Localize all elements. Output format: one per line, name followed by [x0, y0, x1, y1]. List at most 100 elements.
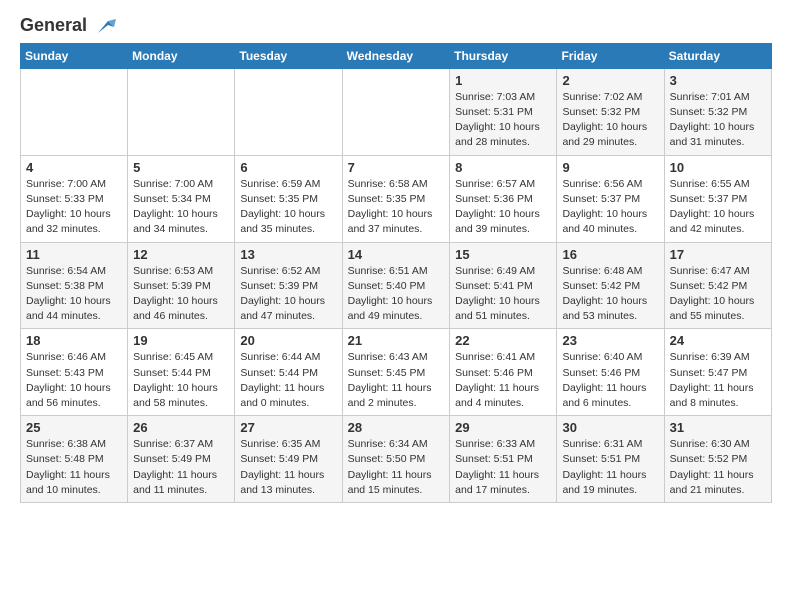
day-number: 25 — [26, 420, 122, 435]
day-number: 29 — [455, 420, 551, 435]
day-number: 27 — [240, 420, 336, 435]
logo-text: General — [20, 16, 116, 37]
day-info: Sunrise: 6:35 AM Sunset: 5:49 PM Dayligh… — [240, 437, 336, 498]
weekday-header: Monday — [128, 43, 235, 68]
day-info: Sunrise: 6:40 AM Sunset: 5:46 PM Dayligh… — [562, 350, 658, 411]
calendar-cell: 27 Sunrise: 6:35 AM Sunset: 5:49 PM Dayli… — [235, 416, 342, 503]
day-info: Sunrise: 7:00 AM Sunset: 5:33 PM Dayligh… — [26, 177, 122, 238]
day-number: 9 — [562, 160, 658, 175]
calendar-cell: 25Sunrise: 6:38 AM Sunset: 5:48 PM Dayli… — [21, 416, 128, 503]
calendar-table: SundayMondayTuesdayWednesdayThursdayFrid… — [20, 43, 772, 503]
logo: General — [20, 16, 116, 35]
day-info: Sunrise: 6:33 AM Sunset: 5:51 PM Dayligh… — [455, 437, 551, 498]
calendar-cell: 4 Sunrise: 7:00 AM Sunset: 5:33 PM Daylig… — [21, 155, 128, 242]
day-number: 1 — [455, 73, 551, 88]
calendar-cell — [342, 68, 450, 155]
day-number: 28 — [348, 420, 445, 435]
day-info: Sunrise: 6:47 AM Sunset: 5:42 PM Dayligh… — [670, 264, 766, 325]
day-info: Sunrise: 6:41 AM Sunset: 5:46 PM Dayligh… — [455, 350, 551, 411]
calendar-cell — [128, 68, 235, 155]
day-info: Sunrise: 7:01 AM Sunset: 5:32 PM Dayligh… — [670, 90, 766, 151]
day-number: 31 — [670, 420, 766, 435]
calendar-week-row: 25Sunrise: 6:38 AM Sunset: 5:48 PM Dayli… — [21, 416, 772, 503]
day-number: 6 — [240, 160, 336, 175]
day-number: 13 — [240, 247, 336, 262]
day-number: 20 — [240, 333, 336, 348]
calendar-week-row: 4 Sunrise: 7:00 AM Sunset: 5:33 PM Daylig… — [21, 155, 772, 242]
day-number: 19 — [133, 333, 229, 348]
calendar-cell: 1 Sunrise: 7:03 AM Sunset: 5:31 PM Daylig… — [450, 68, 557, 155]
day-info: Sunrise: 6:49 AM Sunset: 5:41 PM Dayligh… — [455, 264, 551, 325]
day-info: Sunrise: 6:52 AM Sunset: 5:39 PM Dayligh… — [240, 264, 336, 325]
day-info: Sunrise: 6:34 AM Sunset: 5:50 PM Dayligh… — [348, 437, 445, 498]
calendar-cell: 6 Sunrise: 6:59 AM Sunset: 5:35 PM Daylig… — [235, 155, 342, 242]
day-info: Sunrise: 6:46 AM Sunset: 5:43 PM Dayligh… — [26, 350, 122, 411]
day-number: 24 — [670, 333, 766, 348]
day-number: 15 — [455, 247, 551, 262]
day-number: 21 — [348, 333, 445, 348]
day-info: Sunrise: 6:44 AM Sunset: 5:44 PM Dayligh… — [240, 350, 336, 411]
calendar-cell: 5 Sunrise: 7:00 AM Sunset: 5:34 PM Daylig… — [128, 155, 235, 242]
day-info: Sunrise: 6:57 AM Sunset: 5:36 PM Dayligh… — [455, 177, 551, 238]
day-info: Sunrise: 7:03 AM Sunset: 5:31 PM Dayligh… — [455, 90, 551, 151]
calendar-cell: 16Sunrise: 6:48 AM Sunset: 5:42 PM Dayli… — [557, 242, 664, 329]
day-number: 18 — [26, 333, 122, 348]
calendar-cell: 31 Sunrise: 6:30 AM Sunset: 5:52 PM Dayli… — [664, 416, 771, 503]
day-number: 4 — [26, 160, 122, 175]
day-number: 14 — [348, 247, 445, 262]
day-info: Sunrise: 7:00 AM Sunset: 5:34 PM Dayligh… — [133, 177, 229, 238]
day-number: 30 — [562, 420, 658, 435]
day-number: 3 — [670, 73, 766, 88]
page-header: General — [20, 16, 772, 35]
calendar-cell: 7 Sunrise: 6:58 AM Sunset: 5:35 PM Daylig… — [342, 155, 450, 242]
calendar-cell: 30 Sunrise: 6:31 AM Sunset: 5:51 PM Dayli… — [557, 416, 664, 503]
day-number: 26 — [133, 420, 229, 435]
weekday-header: Tuesday — [235, 43, 342, 68]
day-info: Sunrise: 6:31 AM Sunset: 5:51 PM Dayligh… — [562, 437, 658, 498]
weekday-header: Saturday — [664, 43, 771, 68]
calendar-cell: 19 Sunrise: 6:45 AM Sunset: 5:44 PM Dayli… — [128, 329, 235, 416]
day-info: Sunrise: 7:02 AM Sunset: 5:32 PM Dayligh… — [562, 90, 658, 151]
day-info: Sunrise: 6:54 AM Sunset: 5:38 PM Dayligh… — [26, 264, 122, 325]
calendar-cell: 9 Sunrise: 6:56 AM Sunset: 5:37 PM Daylig… — [557, 155, 664, 242]
day-info: Sunrise: 6:53 AM Sunset: 5:39 PM Dayligh… — [133, 264, 229, 325]
calendar-cell: 14 Sunrise: 6:51 AM Sunset: 5:40 PM Dayli… — [342, 242, 450, 329]
calendar-cell: 29 Sunrise: 6:33 AM Sunset: 5:51 PM Dayli… — [450, 416, 557, 503]
calendar-header-row: SundayMondayTuesdayWednesdayThursdayFrid… — [21, 43, 772, 68]
day-info: Sunrise: 6:39 AM Sunset: 5:47 PM Dayligh… — [670, 350, 766, 411]
day-info: Sunrise: 6:45 AM Sunset: 5:44 PM Dayligh… — [133, 350, 229, 411]
calendar-cell: 24 Sunrise: 6:39 AM Sunset: 5:47 PM Dayli… — [664, 329, 771, 416]
calendar-cell: 15 Sunrise: 6:49 AM Sunset: 5:41 PM Dayli… — [450, 242, 557, 329]
calendar-week-row: 11 Sunrise: 6:54 AM Sunset: 5:38 PM Dayli… — [21, 242, 772, 329]
day-number: 10 — [670, 160, 766, 175]
day-number: 12 — [133, 247, 229, 262]
day-number: 11 — [26, 247, 122, 262]
calendar-cell: 11 Sunrise: 6:54 AM Sunset: 5:38 PM Dayli… — [21, 242, 128, 329]
day-number: 16 — [562, 247, 658, 262]
day-info: Sunrise: 6:43 AM Sunset: 5:45 PM Dayligh… — [348, 350, 445, 411]
calendar-cell: 23Sunrise: 6:40 AM Sunset: 5:46 PM Dayli… — [557, 329, 664, 416]
calendar-cell: 13 Sunrise: 6:52 AM Sunset: 5:39 PM Dayli… — [235, 242, 342, 329]
calendar-cell: 17Sunrise: 6:47 AM Sunset: 5:42 PM Dayli… — [664, 242, 771, 329]
weekday-header: Friday — [557, 43, 664, 68]
day-number: 22 — [455, 333, 551, 348]
calendar-cell: 20 Sunrise: 6:44 AM Sunset: 5:44 PM Dayli… — [235, 329, 342, 416]
day-number: 8 — [455, 160, 551, 175]
calendar-cell: 12 Sunrise: 6:53 AM Sunset: 5:39 PM Dayli… — [128, 242, 235, 329]
day-number: 5 — [133, 160, 229, 175]
day-info: Sunrise: 6:51 AM Sunset: 5:40 PM Dayligh… — [348, 264, 445, 325]
calendar-cell: 28 Sunrise: 6:34 AM Sunset: 5:50 PM Dayli… — [342, 416, 450, 503]
day-info: Sunrise: 6:56 AM Sunset: 5:37 PM Dayligh… — [562, 177, 658, 238]
weekday-header: Thursday — [450, 43, 557, 68]
calendar-cell — [21, 68, 128, 155]
day-info: Sunrise: 6:55 AM Sunset: 5:37 PM Dayligh… — [670, 177, 766, 238]
day-number: 2 — [562, 73, 658, 88]
calendar-week-row: 18 Sunrise: 6:46 AM Sunset: 5:43 PM Dayli… — [21, 329, 772, 416]
weekday-header: Wednesday — [342, 43, 450, 68]
day-info: Sunrise: 6:59 AM Sunset: 5:35 PM Dayligh… — [240, 177, 336, 238]
day-info: Sunrise: 6:58 AM Sunset: 5:35 PM Dayligh… — [348, 177, 445, 238]
calendar-cell: 2 Sunrise: 7:02 AM Sunset: 5:32 PM Daylig… — [557, 68, 664, 155]
day-number: 7 — [348, 160, 445, 175]
day-info: Sunrise: 6:30 AM Sunset: 5:52 PM Dayligh… — [670, 437, 766, 498]
calendar-week-row: 1 Sunrise: 7:03 AM Sunset: 5:31 PM Daylig… — [21, 68, 772, 155]
